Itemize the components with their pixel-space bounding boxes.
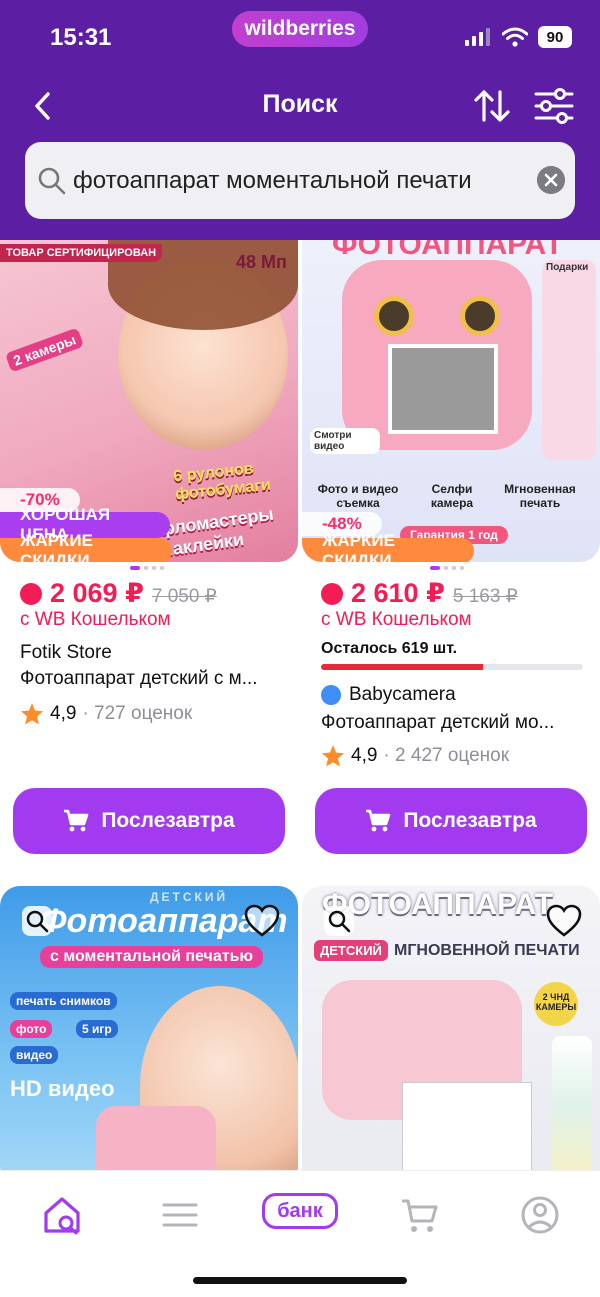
- search-icon: [38, 167, 66, 195]
- app-header: 15:31 wildberries 90 Поиск фотоаппарат м…: [0, 0, 600, 240]
- price: 2 610 ₽: [351, 578, 445, 608]
- product-title[interactable]: Фотоаппарат детский с м...: [20, 668, 258, 690]
- catalog-menu-icon[interactable]: [158, 1193, 202, 1237]
- stock-progress: [321, 664, 583, 670]
- search-input[interactable]: фотоаппарат моментальной печати: [73, 167, 472, 195]
- brand-logo: wildberries: [232, 11, 368, 47]
- price-row: 2 069 ₽ 7 050 ₽: [20, 578, 217, 609]
- feature-print: Мгновенная печать: [504, 482, 576, 510]
- wallet-note: с WB Кошельком: [20, 609, 171, 630]
- seller-name[interactable]: Babycamera: [321, 684, 456, 706]
- status-icons: 90: [464, 26, 572, 48]
- rating-value: 4,9: [351, 745, 378, 766]
- favorite-heart-icon[interactable]: [546, 904, 582, 938]
- stock-remaining: Осталось 619 шт.: [321, 640, 458, 657]
- header-label: ФОТОАППАРАТ: [332, 240, 564, 261]
- photo-cat-eye-right: [460, 296, 500, 336]
- hot-discount-badge: ЖАРКИЕ СКИДКИ: [0, 531, 172, 562]
- old-price: 5 163 ₽: [452, 586, 518, 607]
- price-row: 2 610 ₽ 5 163 ₽: [321, 578, 518, 609]
- home-indicator: [193, 1277, 407, 1284]
- product-image[interactable]: ФОТОАППАРАТ Подарки Смотри видео Фото и …: [302, 240, 600, 562]
- camera-count-label: 2 ЧНД КАМЕРЫ: [534, 982, 578, 1026]
- search-bar[interactable]: фотоаппарат моментальной печати: [25, 142, 575, 219]
- similar-search-icon[interactable]: [322, 904, 356, 938]
- discount-percent-icon: [20, 582, 42, 605]
- seller-name[interactable]: Fotik Store: [20, 642, 112, 664]
- image-pager: [430, 566, 464, 570]
- add-to-cart-button[interactable]: Послезавтра: [315, 788, 587, 854]
- subheader-label: МГНОВЕННОЙ ПЕЧАТИ: [394, 942, 580, 959]
- rating: 4,9 · 2 427 оценок: [321, 744, 509, 768]
- discount-percent-icon: [321, 582, 343, 605]
- cameras-label: 2 камеры: [4, 327, 85, 373]
- product-title[interactable]: Фотоаппарат детский мо...: [321, 712, 554, 734]
- wallet-note: с WB Кошельком: [321, 609, 472, 630]
- star-icon: [322, 745, 344, 767]
- photo-cat-eye-left: [374, 296, 414, 336]
- add-to-cart-button[interactable]: Послезавтра: [13, 788, 285, 854]
- battery-indicator: 90: [538, 26, 572, 48]
- star-icon: [21, 703, 43, 725]
- kids-label: ДЕТСКИЙ: [314, 940, 388, 961]
- certified-label: ТОВАР СЕРТИФИЦИРОВАН: [0, 244, 163, 262]
- bank-tab[interactable]: банк: [262, 1193, 338, 1229]
- filter-icon[interactable]: [534, 88, 574, 124]
- price: 2 069 ₽: [50, 578, 144, 608]
- photo-paper-rolls: [552, 1036, 592, 1176]
- clear-search-icon[interactable]: [537, 166, 565, 194]
- review-count: · 2 427 оценок: [383, 745, 510, 766]
- rolls-label: 6 рулонов фотобумаги: [172, 460, 272, 504]
- favorite-heart-icon[interactable]: [244, 904, 280, 938]
- hd-video-label: HD видео: [10, 1076, 115, 1101]
- seller-label: Babycamera: [349, 684, 456, 705]
- wifi-icon: [502, 27, 528, 47]
- subheader-label: с моментальной печатью: [40, 946, 264, 968]
- rating-value: 4,9: [50, 703, 77, 724]
- header-label: ФОТОАППАРАТ: [322, 888, 554, 921]
- markers-label: фломастеры наклейки: [157, 503, 275, 561]
- mp-label: 48 Мп: [236, 252, 287, 272]
- cart-icon: [366, 809, 391, 832]
- video-label: Смотри видео: [310, 428, 380, 454]
- hot-discount-badge: ЖАРКИЕ СКИДКИ: [302, 531, 474, 562]
- cart-tab-icon[interactable]: [398, 1193, 442, 1237]
- gifts-label: Подарки: [546, 262, 589, 273]
- delivery-label: Послезавтра: [101, 809, 235, 832]
- status-time: 15:31: [50, 24, 112, 51]
- old-price: 7 050 ₽: [151, 586, 217, 607]
- product-image[interactable]: ТОВАР СЕРТИФИЦИРОВАН 48 Мп 2 камеры 6 ру…: [0, 240, 298, 562]
- feature-games: 5 игр: [76, 1020, 118, 1038]
- photo-gifts: [542, 260, 596, 460]
- feature-print-snapshots: печать снимков: [10, 992, 117, 1010]
- photo-print: [388, 344, 498, 434]
- feature-photo: Фото и видео съемка: [317, 482, 399, 510]
- home-search-icon[interactable]: [40, 1193, 84, 1237]
- sort-icon[interactable]: [472, 86, 512, 126]
- similar-search-icon[interactable]: [20, 904, 54, 938]
- cart-icon: [64, 809, 89, 832]
- review-count: · 727 оценок: [82, 703, 193, 724]
- feature-video: видео: [10, 1046, 59, 1064]
- delivery-label: Послезавтра: [403, 809, 537, 832]
- feature-selfie: Селфи камера: [430, 482, 474, 510]
- feature-photo: фото: [10, 1020, 53, 1038]
- rating: 4,9 · 727 оценок: [20, 702, 192, 726]
- signal-icon: [465, 28, 490, 46]
- profile-icon[interactable]: [518, 1193, 562, 1237]
- verified-icon: [321, 685, 341, 705]
- image-pager: [130, 566, 164, 570]
